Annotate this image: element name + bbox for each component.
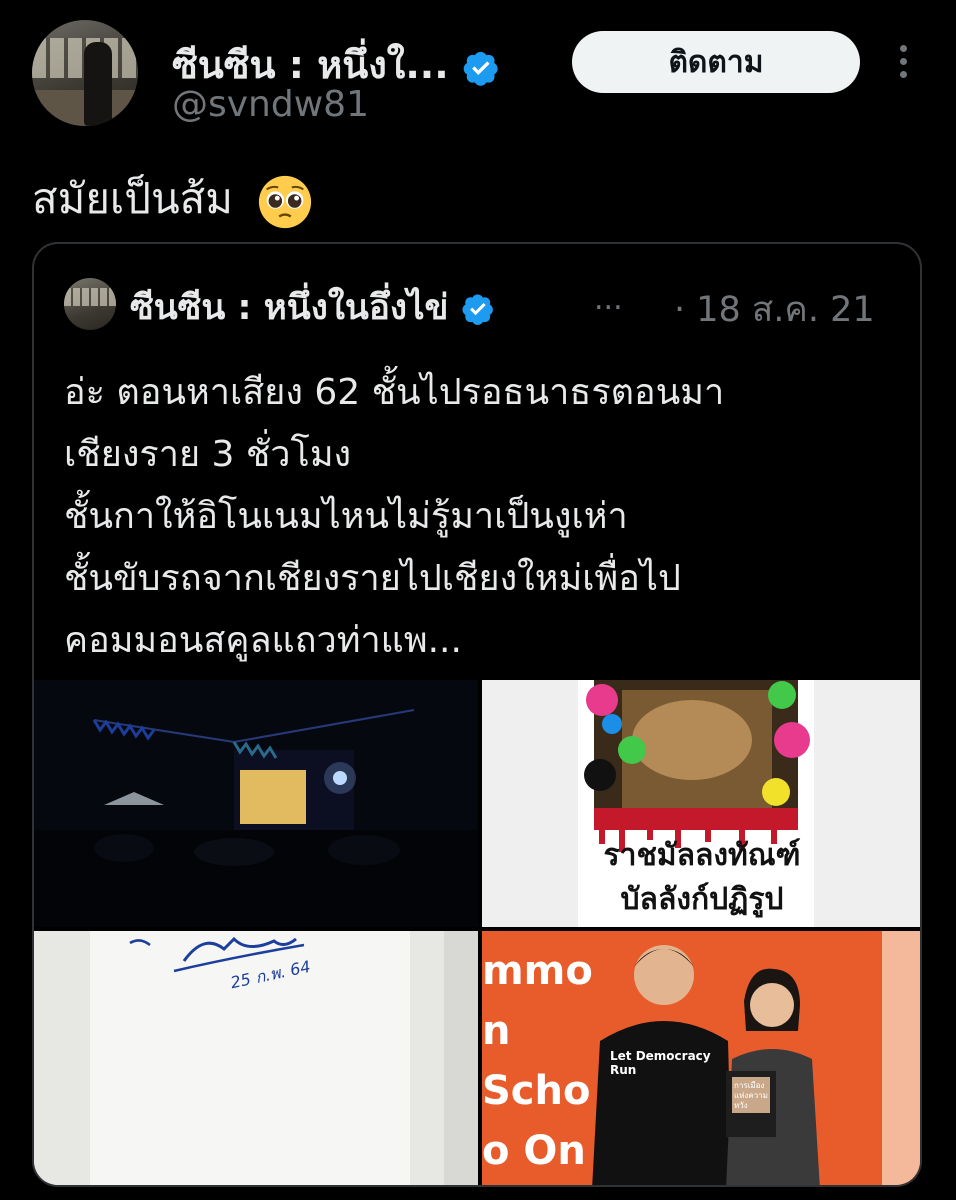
pleading-face-icon	[259, 175, 312, 228]
shirt-text: Let Democracy Run	[610, 1049, 711, 1077]
follow-button[interactable]: ติดตาม	[572, 31, 860, 93]
media-photo-people[interactable]: mmon Schoo On Let Democracy Run การเมือง…	[482, 931, 920, 1185]
quoted-tweet-date: · 18 ส.ค. 21	[674, 290, 875, 330]
media-photo-signed-page[interactable]: 25 ก.พ. 64	[34, 931, 478, 1185]
quoted-author-display-name: ซีนซีน : หนึ่งในอึ่งไข่	[130, 288, 449, 328]
book-in-hand-text: การเมืองแห่งความหวัง	[734, 1081, 768, 1110]
verified-badge-icon	[463, 51, 498, 86]
tweet-text-row: สมัยเป็นส้ม	[32, 166, 314, 232]
quoted-author-avatar	[64, 278, 116, 330]
book-title-line2: บัลลังก์ปฏิรูป	[620, 882, 784, 917]
quoted-text-line: คอมมอนสคูลแถวท่าแพ...	[64, 620, 462, 661]
quoted-tweet-text: อ่ะ ตอนหาเสียง 62 ชั้นไปรอธนาธรตอนมา เชี…	[64, 362, 894, 672]
quoted-text-line: ชั้นขับรถจากเชียงรายไปเชียงใหม่เพื่อไป	[64, 558, 681, 599]
quoted-author-name-row: ซีนซีน : หนึ่งในอึ่งไข่	[130, 280, 495, 335]
quoted-text-line: อ่ะ ตอนหาเสียง 62 ชั้นไปรอธนาธรตอนมา	[64, 372, 725, 413]
backdrop-text: mmon Schoo On	[482, 948, 593, 1171]
quoted-text-line: เชียงราย 3 ชั่วโมง	[64, 434, 352, 475]
verified-badge-icon	[462, 294, 493, 325]
more-vertical-icon[interactable]	[893, 42, 913, 82]
author-handle[interactable]: @svndw81	[172, 84, 369, 125]
quoted-text-line: ชั้นกาให้อิโนเนมไหนไม่รู้มาเป็นงูเห่า	[64, 496, 628, 537]
quoted-name-ellipsis: ...	[594, 282, 623, 317]
tweet-text: สมัยเป็นส้ม	[32, 174, 233, 223]
author-display-name[interactable]: ซีนซีน : หนึ่งใ...	[172, 43, 449, 87]
media-grid: ราชมัลลงทัณฑ์ บัลลังก์ปฏิรูป 25 ก.พ. 64	[34, 680, 920, 1185]
media-photo-book-cover[interactable]: ราชมัลลงทัณฑ์ บัลลังก์ปฏิรูป	[482, 680, 920, 927]
author-avatar[interactable]	[32, 20, 138, 126]
media-photo-night-event[interactable]	[34, 680, 478, 927]
book-title-line1: ราชมัลลงทัณฑ์	[603, 838, 801, 873]
quoted-tweet-card[interactable]: ซีนซีน : หนึ่งในอึ่งไข่ ... · 18 ส.ค. 21…	[32, 242, 922, 1187]
